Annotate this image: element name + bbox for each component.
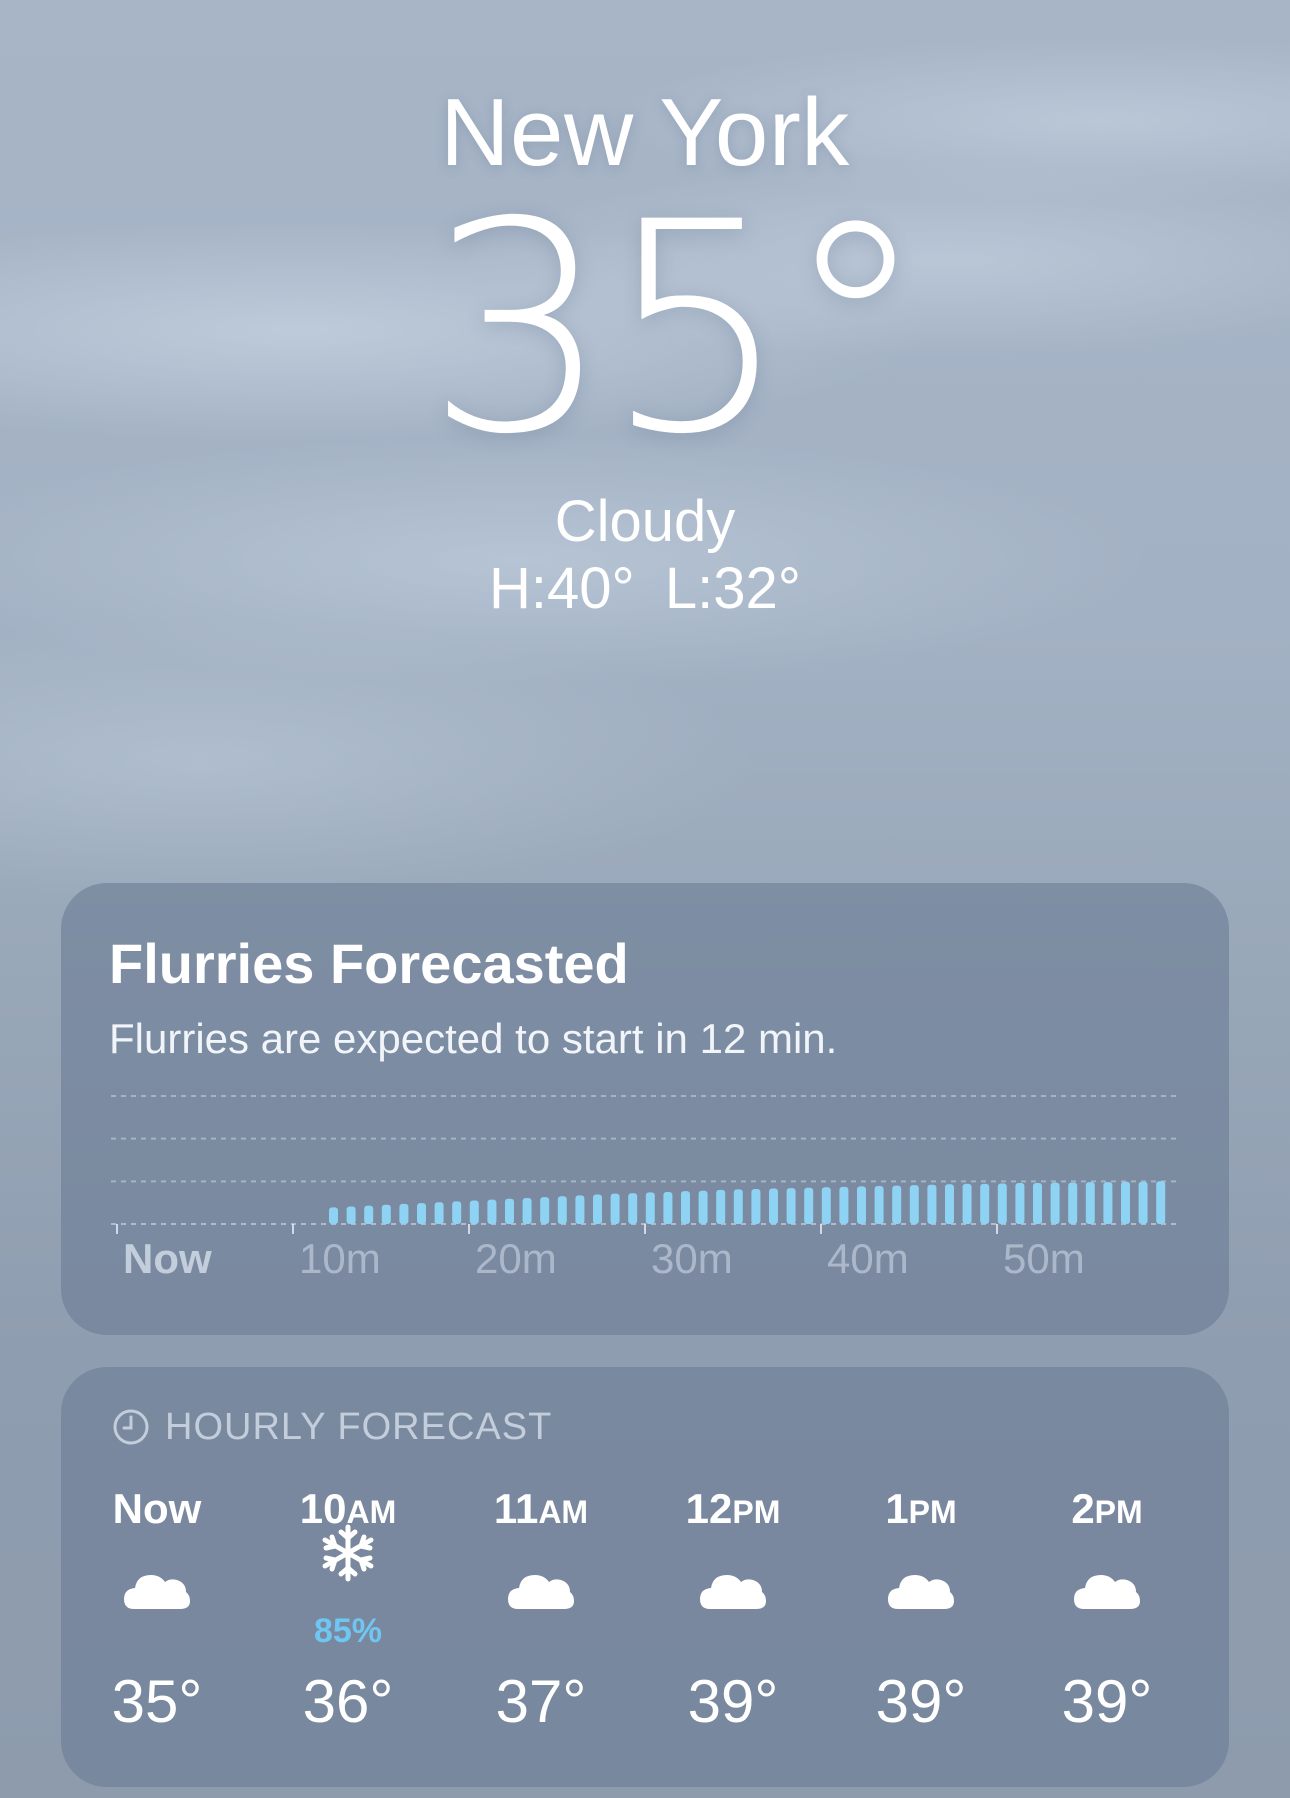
hour-suffix: AM <box>538 1494 589 1530</box>
precip-bar <box>452 1201 462 1224</box>
cloud-icon <box>886 1547 956 1627</box>
hour-number: 11 <box>493 1485 539 1532</box>
high-low-temperature: H:40° L:32° <box>489 556 801 621</box>
hourly-temperature: 37° <box>495 1668 587 1735</box>
precip-bar <box>1050 1182 1060 1224</box>
hourly-temperature: 39° <box>875 1668 967 1735</box>
next-hour-precipitation-chart: Now 10m 20m 30m 40m 50m <box>111 1095 1181 1282</box>
precip-bar <box>1085 1182 1095 1224</box>
hour-number: 2 <box>1071 1485 1095 1532</box>
chart-tick-label: Now <box>123 1235 212 1282</box>
precip-bar <box>1138 1181 1148 1224</box>
precip-bar <box>628 1193 638 1224</box>
hourly-item: 1PM 39° <box>841 1367 1001 1787</box>
cloud-icon <box>122 1547 192 1627</box>
precip-bar <box>892 1185 902 1224</box>
precip-bar <box>417 1203 426 1224</box>
current-temperature: 35° <box>425 161 928 498</box>
chart-tick-label: 30m <box>651 1235 733 1282</box>
precip-bar <box>874 1186 884 1224</box>
hour-label: 11AM <box>461 1485 621 1533</box>
precip-bar <box>557 1196 567 1224</box>
precip-bar <box>645 1192 655 1224</box>
cloud-icon <box>506 1547 576 1627</box>
precip-bar <box>593 1194 602 1224</box>
hour-number: 1 <box>885 1485 909 1532</box>
precip-bar <box>522 1197 532 1224</box>
precip-bar <box>821 1187 831 1224</box>
hourly-item: 2PM 39° <box>1027 1367 1187 1787</box>
chart-tick-label: 50m <box>1003 1235 1085 1282</box>
hourly-item: Now 35° <box>77 1367 237 1787</box>
precip-bar <box>909 1185 919 1224</box>
precip-bar <box>610 1193 620 1224</box>
precip-bar <box>980 1183 990 1224</box>
hourly-item: 12PM 39° <box>653 1367 813 1787</box>
precip-bar <box>487 1199 497 1224</box>
hour-label: Now <box>77 1485 237 1533</box>
hour-suffix: PM <box>908 1494 957 1530</box>
cloud-icon <box>1072 1547 1142 1627</box>
precip-bar <box>698 1190 708 1224</box>
precip-bar <box>839 1186 849 1224</box>
hourly-temperature: 35° <box>111 1668 203 1735</box>
precip-bar <box>1033 1183 1042 1224</box>
precip-bar <box>329 1207 338 1224</box>
precip-bar <box>769 1188 778 1224</box>
precipitation-chance: 85% <box>313 1612 383 1650</box>
hour-label: 12PM <box>653 1485 813 1533</box>
precip-bar <box>786 1188 796 1224</box>
precip-bar <box>733 1189 743 1224</box>
snowflake-icon <box>313 1517 383 1597</box>
precip-bar <box>575 1195 585 1224</box>
hour-number: Now <box>112 1485 202 1532</box>
precip-bar <box>857 1186 866 1224</box>
hourly-temperature: 36° <box>302 1668 394 1735</box>
hour-label: 1PM <box>841 1485 1001 1533</box>
hour-suffix: PM <box>1094 1494 1143 1530</box>
precip-bar <box>927 1184 937 1224</box>
precip-bar <box>997 1183 1007 1224</box>
chart-tick-label: 10m <box>299 1235 381 1282</box>
precip-bar <box>1015 1183 1025 1224</box>
precip-bar <box>945 1184 954 1224</box>
hourly-item: 11AM 37° <box>461 1367 621 1787</box>
precip-bar <box>346 1206 356 1224</box>
precip-bar <box>540 1197 550 1224</box>
precip-bar <box>1068 1182 1078 1224</box>
precip-bar <box>962 1183 972 1224</box>
precip-bar <box>1103 1182 1113 1224</box>
hourly-temperature: 39° <box>1061 1668 1153 1735</box>
chart-tick-label: 20m <box>475 1235 557 1282</box>
precipitation-alert-card[interactable]: Flurries Forecasted Flurries are expecte… <box>61 883 1229 1335</box>
precip-bar <box>505 1198 514 1224</box>
precip-bar <box>469 1200 479 1224</box>
current-condition: Cloudy <box>554 489 736 554</box>
hourly-forecast-list: Now 35° 10AM 85% 36° 11AM 37° 12PM 39° 1PM 39° 2PM 3… <box>61 1367 1229 1787</box>
hourly-forecast-card[interactable]: HOURLY FORECAST Now 35° 10AM 85% 36° 11AM 37° 1… <box>61 1367 1229 1787</box>
precip-bar <box>1156 1181 1166 1224</box>
precip-bar <box>681 1191 690 1224</box>
cloud-icon <box>698 1547 768 1627</box>
hour-number: 12 <box>685 1485 733 1532</box>
hour-suffix: PM <box>732 1494 781 1530</box>
precip-bar <box>434 1202 444 1224</box>
precip-bar <box>381 1204 391 1224</box>
precip-bar <box>804 1187 814 1224</box>
precip-bar <box>364 1205 374 1224</box>
precip-bar <box>716 1189 726 1224</box>
precip-bar <box>751 1188 761 1224</box>
hour-label: 2PM <box>1027 1485 1187 1533</box>
hourly-item: 10AM 85% 36° <box>268 1367 428 1787</box>
precip-bar <box>663 1191 673 1224</box>
chart-tick-label: 40m <box>827 1235 909 1282</box>
hourly-temperature: 39° <box>687 1668 779 1735</box>
precip-bar <box>1121 1181 1130 1224</box>
precip-bar <box>399 1203 409 1224</box>
